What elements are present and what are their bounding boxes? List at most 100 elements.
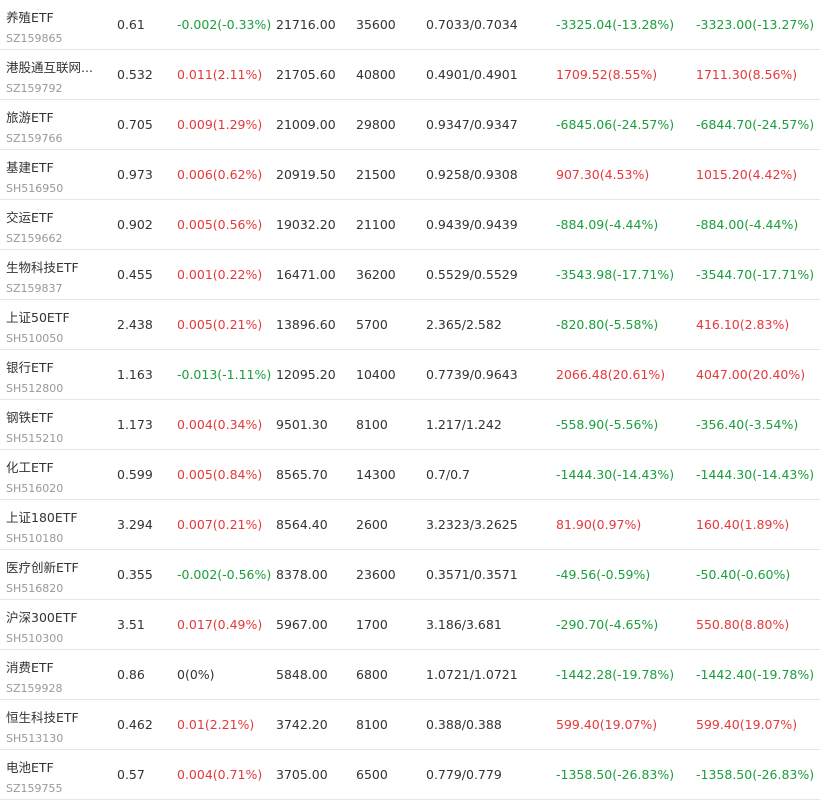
total-profit-loss-cell: 1015.20(4.42%) [696,167,798,182]
fund-code: SH513130 [6,732,64,745]
fund-name-cell: 电池ETF SZ159755 [6,750,106,799]
table-row[interactable]: 基建ETF SH516950 0.973 0.006(0.62%) 20919.50 21… [0,150,820,200]
fund-name[interactable]: 港股通互联网... [6,60,104,76]
fund-name[interactable]: 恒生科技ETF [6,710,104,726]
table-row[interactable]: 银行ETF SH512800 1.163 -0.013(-1.11%) 12095.20… [0,350,820,400]
table-row[interactable]: 电池ETF SZ159755 0.57 0.004(0.71%) 3705.00 6500… [0,750,820,800]
fund-name-cell: 基建ETF SH516950 [6,150,106,199]
cost-range-cell: 0.779/0.779 [426,767,502,782]
price-cell: 0.599 [117,467,153,482]
fund-name[interactable]: 沪深300ETF [6,610,104,626]
fund-code: SH510050 [6,332,64,345]
fund-name[interactable]: 基建ETF [6,160,104,176]
change-cell: -0.002(-0.33%) [177,17,272,32]
table-row[interactable]: 港股通互联网... SZ159792 0.532 0.011(2.11%) 21705.… [0,50,820,100]
fund-name[interactable]: 钢铁ETF [6,410,104,426]
fund-name-cell: 上证50ETF SH510050 [6,300,106,349]
change-cell: 0.017(0.49%) [177,617,263,632]
fund-code: SH515210 [6,432,64,445]
total-profit-loss-cell: -6844.70(-24.57%) [696,117,815,132]
amount-cell: 5848.00 [276,667,328,682]
cost-range-cell: 0.9347/0.9347 [426,117,518,132]
table-row[interactable]: 交运ETF SZ159662 0.902 0.005(0.56%) 19032.20 21… [0,200,820,250]
volume-cell: 40800 [356,67,396,82]
fund-name-cell: 银行ETF SH512800 [6,350,106,399]
change-cell: 0.005(0.84%) [177,467,263,482]
table-row[interactable]: 消费ETF SZ159928 0.86 0(0%) 5848.00 6800 1.0721/… [0,650,820,700]
cost-range-cell: 1.217/1.242 [426,417,502,432]
table-row[interactable]: 化工ETF SH516020 0.599 0.005(0.84%) 8565.70 143… [0,450,820,500]
fund-code: SZ159928 [6,682,63,695]
volume-cell: 1700 [356,617,388,632]
price-cell: 1.173 [117,417,153,432]
total-profit-loss-cell: -3544.70(-17.71%) [696,267,815,282]
change-cell: 0.004(0.71%) [177,767,263,782]
amount-cell: 12095.20 [276,367,336,382]
fund-code: SZ159865 [6,32,63,45]
volume-cell: 5700 [356,317,388,332]
table-row[interactable]: 沪深300ETF SH510300 3.51 0.017(0.49%) 5967.00 1… [0,600,820,650]
fund-name[interactable]: 上证180ETF [6,510,104,526]
cost-range-cell: 0.7/0.7 [426,467,470,482]
fund-code: SZ159755 [6,782,63,795]
fund-name[interactable]: 生物科技ETF [6,260,104,276]
change-cell: 0.007(0.21%) [177,517,263,532]
fund-name-cell: 恒生科技ETF SH513130 [6,700,106,749]
fund-name[interactable]: 交运ETF [6,210,104,226]
table-row[interactable]: 钢铁ETF SH515210 1.173 0.004(0.34%) 9501.30 810… [0,400,820,450]
fund-name[interactable]: 化工ETF [6,460,104,476]
fund-name[interactable]: 电池ETF [6,760,104,776]
table-row[interactable]: 旅游ETF SZ159766 0.705 0.009(1.29%) 21009.00 29… [0,100,820,150]
volume-cell: 14300 [356,467,396,482]
fund-name[interactable]: 上证50ETF [6,310,104,326]
fund-code: SH516020 [6,482,64,495]
fund-name[interactable]: 医疗创新ETF [6,560,104,576]
table-row[interactable]: 上证50ETF SH510050 2.438 0.005(0.21%) 13896.60… [0,300,820,350]
cost-range-cell: 0.4901/0.4901 [426,67,518,82]
price-cell: 0.455 [117,267,153,282]
fund-name[interactable]: 银行ETF [6,360,104,376]
cost-range-cell: 3.2323/3.2625 [426,517,518,532]
profit-loss-cell: -3325.04(-13.28%) [556,17,675,32]
cost-range-cell: 0.3571/0.3571 [426,567,518,582]
price-cell: 3.294 [117,517,153,532]
table-row[interactable]: 上证180ETF SH510180 3.294 0.007(0.21%) 8564.40… [0,500,820,550]
cost-range-cell: 0.9439/0.9439 [426,217,518,232]
price-cell: 0.61 [117,17,145,32]
change-cell: 0.011(2.11%) [177,67,263,82]
profit-loss-cell: 907.30(4.53%) [556,167,650,182]
price-cell: 0.705 [117,117,153,132]
cost-range-cell: 0.9258/0.9308 [426,167,518,182]
total-profit-loss-cell: -1442.40(-19.78%) [696,667,815,682]
amount-cell: 21705.60 [276,67,336,82]
total-profit-loss-cell: 599.40(19.07%) [696,717,798,732]
total-profit-loss-cell: 4047.00(20.40%) [696,367,806,382]
change-cell: 0.004(0.34%) [177,417,263,432]
profit-loss-cell: -884.09(-4.44%) [556,217,659,232]
fund-name[interactable]: 旅游ETF [6,110,104,126]
amount-cell: 8378.00 [276,567,328,582]
amount-cell: 21009.00 [276,117,336,132]
change-cell: 0.001(0.22%) [177,267,263,282]
holdings-table: 养殖ETF SZ159865 0.61 -0.002(-0.33%) 21716.00 3… [0,0,820,806]
profit-loss-cell: -3543.98(-17.71%) [556,267,675,282]
table-row[interactable]: 医疗创新ETF SH516820 0.355 -0.002(-0.56%) 8378.0… [0,550,820,600]
table-row[interactable]: 恒生科技ETF SH513130 0.462 0.01(2.21%) 3742.20 81… [0,700,820,750]
total-profit-loss-cell: 550.80(8.80%) [696,617,790,632]
profit-loss-cell: -1442.28(-19.78%) [556,667,675,682]
table-row[interactable]: 养殖ETF SZ159865 0.61 -0.002(-0.33%) 21716.00 3… [0,0,820,50]
fund-name-cell: 养殖ETF SZ159865 [6,0,106,49]
fund-code: SZ159837 [6,282,63,295]
fund-name[interactable]: 养殖ETF [6,10,104,26]
fund-code: SZ159766 [6,132,63,145]
cost-range-cell: 0.7033/0.7034 [426,17,518,32]
profit-loss-cell: -49.56(-0.59%) [556,567,651,582]
volume-cell: 35600 [356,17,396,32]
amount-cell: 20919.50 [276,167,336,182]
volume-cell: 6500 [356,767,388,782]
change-cell: -0.013(-1.11%) [177,367,272,382]
table-row[interactable]: 生物科技ETF SZ159837 0.455 0.001(0.22%) 16471.00… [0,250,820,300]
fund-code: SH510300 [6,632,64,645]
fund-name[interactable]: 消费ETF [6,660,104,676]
fund-name-cell: 旅游ETF SZ159766 [6,100,106,149]
